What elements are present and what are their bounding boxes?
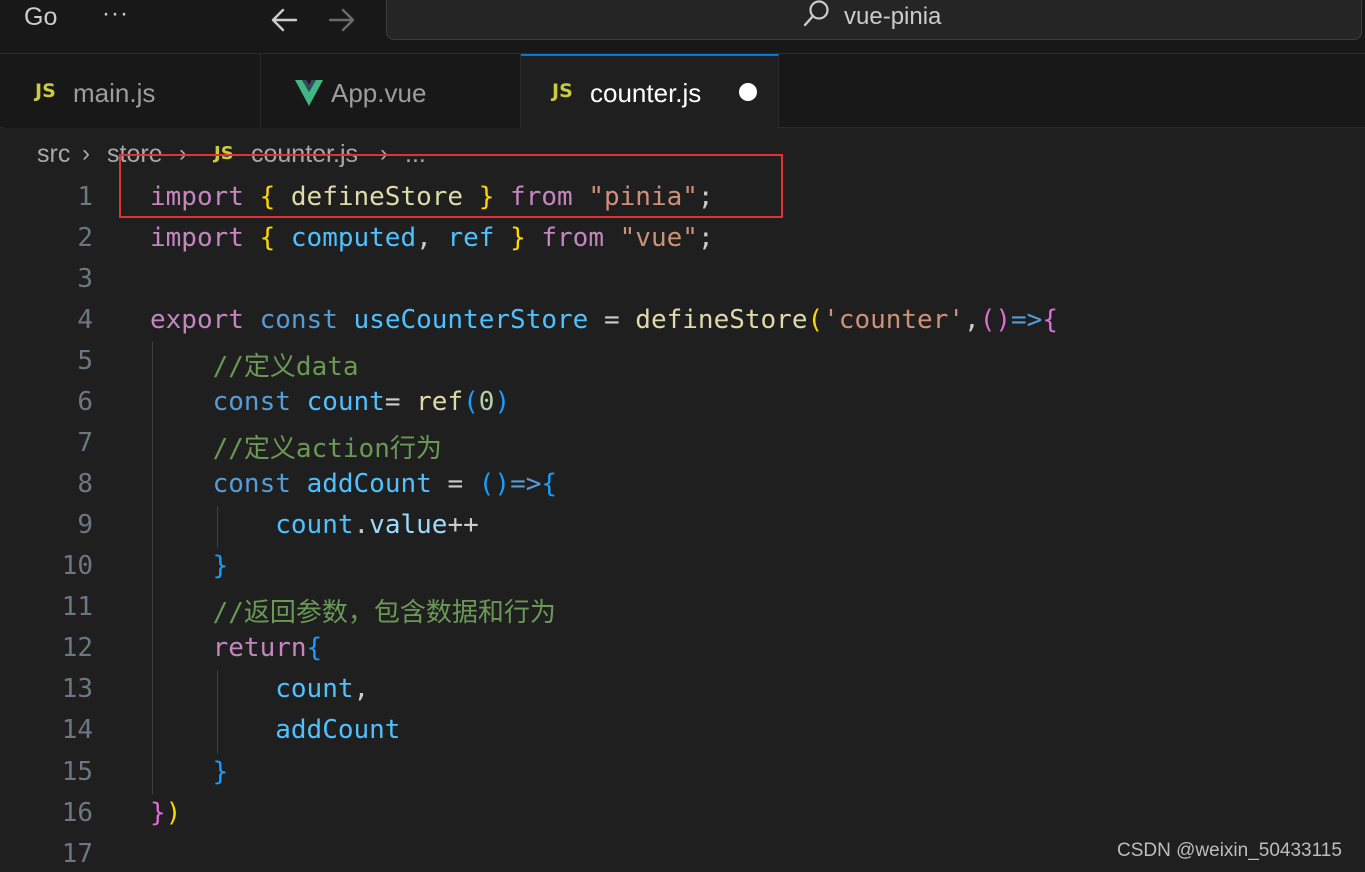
line-number: 12: [61, 633, 93, 663]
code-line[interactable]: return{: [150, 633, 323, 663]
tab-main-js[interactable]: JS main.js: [3, 54, 261, 128]
line-number: 3: [77, 264, 93, 294]
watermark: CSDN @weixin_50433115: [1117, 840, 1342, 861]
unsaved-changes-dot-icon[interactable]: [739, 83, 757, 101]
code-line[interactable]: const count= ref(0): [150, 387, 510, 417]
code-line[interactable]: addCount: [150, 715, 400, 745]
line-number: 2: [77, 223, 93, 253]
line-number: 7: [77, 428, 93, 458]
tab-label: counter.js: [590, 78, 702, 108]
tab-label: App.vue: [331, 78, 427, 108]
menu-go[interactable]: Go: [24, 3, 57, 32]
vue-logo-icon: [295, 80, 323, 106]
arrow-left-icon[interactable]: [268, 2, 300, 34]
line-number: 11: [61, 592, 93, 622]
line-number: 15: [61, 757, 93, 787]
code-line[interactable]: export const useCounterStore = defineSto…: [150, 305, 1058, 335]
line-number: 6: [77, 387, 93, 417]
menu-more-button[interactable]: ···: [102, 0, 129, 28]
code-line[interactable]: }: [150, 551, 229, 581]
line-number: 1: [77, 182, 93, 212]
tab-app-vue[interactable]: App.vue: [261, 54, 521, 128]
code-line[interactable]: //返回参数，包含数据和行为: [150, 592, 556, 629]
line-number: 16: [61, 798, 93, 828]
js-file-icon: JS: [552, 80, 573, 102]
line-number: 9: [77, 510, 93, 540]
line-number: 5: [77, 346, 93, 376]
code-line[interactable]: }): [150, 798, 181, 828]
annotation-highlight-box: [119, 154, 783, 218]
arrow-right-icon[interactable]: [326, 2, 358, 34]
js-file-icon: JS: [35, 80, 56, 102]
code-line[interactable]: //定义action行为: [150, 428, 442, 465]
code-line[interactable]: //定义data: [150, 346, 359, 383]
line-number: 4: [77, 305, 93, 335]
line-number: 17: [61, 839, 93, 869]
line-number: 8: [77, 469, 93, 499]
title-bar: Go ··· vue-pinia: [0, 0, 1365, 54]
code-line[interactable]: }: [150, 757, 229, 787]
line-number: 13: [61, 674, 93, 704]
code-line[interactable]: count,: [150, 674, 369, 704]
code-line[interactable]: import { computed, ref } from "vue";: [150, 223, 714, 253]
code-line[interactable]: const addCount = ()=>{: [150, 469, 557, 499]
search-icon: [803, 0, 829, 27]
tab-label: main.js: [73, 78, 156, 108]
breadcrumb-item-src[interactable]: src: [37, 140, 70, 169]
chevron-right-icon: ›: [82, 140, 90, 167]
line-number: 14: [61, 715, 93, 745]
tab-counter-js[interactable]: JS counter.js: [521, 54, 779, 129]
line-number: 10: [61, 551, 93, 581]
code-line[interactable]: count.value++: [150, 510, 479, 540]
command-center-title: vue-pinia: [844, 3, 942, 30]
